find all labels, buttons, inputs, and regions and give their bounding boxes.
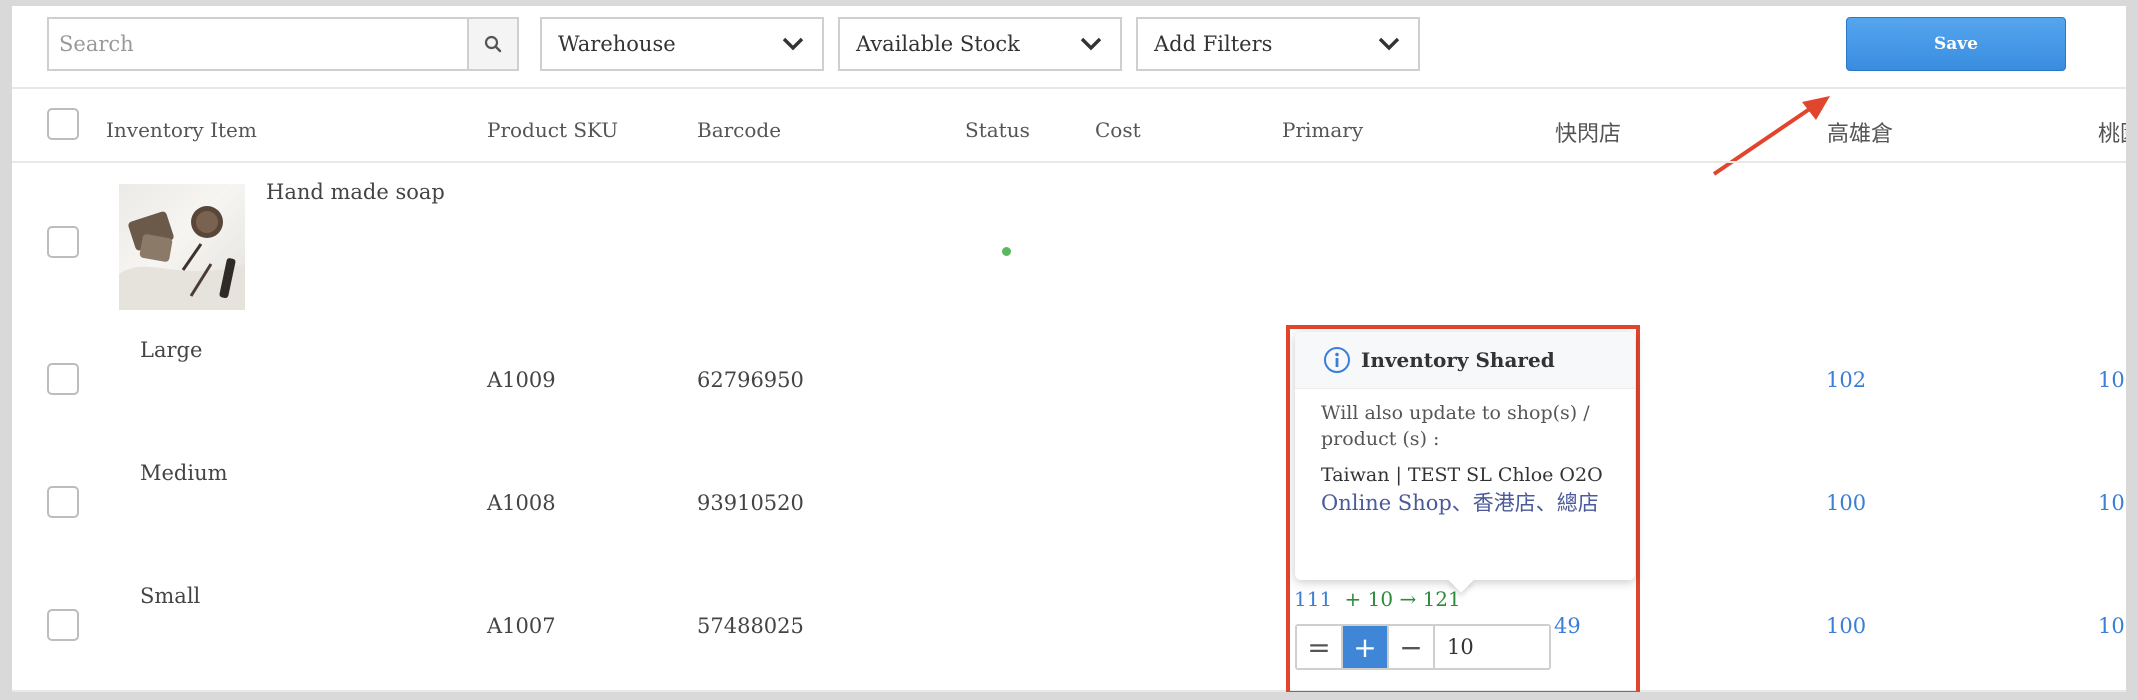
chevron-down-icon [782, 37, 804, 51]
adjust-current-value[interactable]: 111 [1294, 587, 1332, 611]
popover-shop-link[interactable]: Online Shop、香港店、總店 [1321, 488, 1621, 518]
variant-barcode-small: 57488025 [697, 614, 804, 638]
table-bottom-divider [12, 690, 2126, 692]
quantity-stepper[interactable]: = + − [1295, 624, 1551, 670]
header-taoyuan: 桃園 [2098, 122, 2126, 147]
quantity-input[interactable] [1435, 626, 1549, 668]
header-flash-store: 快閃店 [1555, 122, 1622, 147]
variant-name-large: Large [140, 338, 203, 362]
variant-large-checkbox[interactable] [47, 363, 79, 395]
variant-small-checkbox[interactable] [47, 609, 79, 641]
variant-name-medium: Medium [140, 461, 228, 485]
variant-large-taoyuan-qty[interactable]: 102 [2098, 368, 2126, 392]
variant-medium-taoyuan-qty[interactable]: 100 [2098, 491, 2126, 515]
add-filters-label: Add Filters [1154, 32, 1273, 56]
soap-photo-icon [119, 206, 245, 310]
variant-sku-medium: A1008 [487, 491, 556, 515]
status-dot [1002, 247, 1011, 256]
popover-header: Inventory Shared [1295, 332, 1635, 389]
header-cost: Cost [1095, 118, 1141, 142]
variant-sku-small: A1007 [487, 614, 556, 638]
variant-medium-kaohsiung-qty[interactable]: 100 [1826, 491, 1866, 515]
stock-filter-label: Available Stock [856, 32, 1020, 56]
add-filters-dropdown[interactable]: Add Filters [1136, 17, 1420, 71]
product-row-checkbox[interactable] [47, 226, 79, 258]
popover-body: Will also update to shop(s) / product (s… [1321, 400, 1621, 518]
popover-title: Inventory Shared [1361, 348, 1555, 372]
header-status: Status [965, 118, 1030, 142]
add-button[interactable]: + [1343, 626, 1389, 668]
product-thumbnail [119, 184, 245, 310]
header-kaohsiung-warehouse: 高雄倉 [1827, 122, 1894, 147]
header-barcode: Barcode [697, 118, 782, 142]
header-divider [12, 161, 2126, 163]
header-product-sku: Product SKU [487, 118, 619, 142]
warehouse-filter-label: Warehouse [558, 32, 676, 56]
select-all-checkbox[interactable] [47, 108, 79, 140]
variant-barcode-medium: 93910520 [697, 491, 804, 515]
search-icon [484, 35, 502, 53]
adjust-preview: 111 + 10 → 121 [1294, 587, 1461, 611]
save-button[interactable]: Save [1846, 17, 2066, 71]
search-button[interactable] [467, 17, 519, 71]
header-inventory-item: Inventory Item [106, 118, 257, 142]
variant-name-small: Small [140, 584, 201, 608]
popover-message: Will also update to shop(s) / product (s… [1321, 402, 1590, 450]
set-equal-button[interactable]: = [1297, 626, 1343, 668]
adjust-change-text: + 10 → 121 [1344, 587, 1461, 611]
chevron-down-icon [1378, 37, 1400, 51]
popover-shop-prefix: Taiwan | TEST SL Chloe O2O [1321, 464, 1603, 486]
inventory-page: Warehouse Available Stock Add Filters Sa… [12, 6, 2126, 692]
variant-barcode-large: 62796950 [697, 368, 804, 392]
chevron-down-icon [1080, 37, 1102, 51]
product-name: Hand made soap [266, 180, 445, 204]
variant-small-taoyuan-qty[interactable]: 100 [2098, 614, 2126, 638]
subtract-button[interactable]: − [1389, 626, 1435, 668]
stock-filter-dropdown[interactable]: Available Stock [838, 17, 1122, 71]
header-primary: Primary [1282, 118, 1364, 142]
toolbar-divider [12, 87, 2126, 89]
variant-sku-large: A1009 [487, 368, 556, 392]
inventory-shared-popover: Inventory Shared Will also update to sho… [1295, 332, 1635, 593]
variant-medium-checkbox[interactable] [47, 486, 79, 518]
variant-large-kaohsiung-qty[interactable]: 102 [1826, 368, 1866, 392]
search-input[interactable] [47, 17, 467, 71]
info-icon [1324, 347, 1350, 373]
annotation-arrow [1712, 96, 1830, 176]
variant-small-kaohsiung-qty[interactable]: 100 [1826, 614, 1866, 638]
warehouse-filter-dropdown[interactable]: Warehouse [540, 17, 824, 71]
